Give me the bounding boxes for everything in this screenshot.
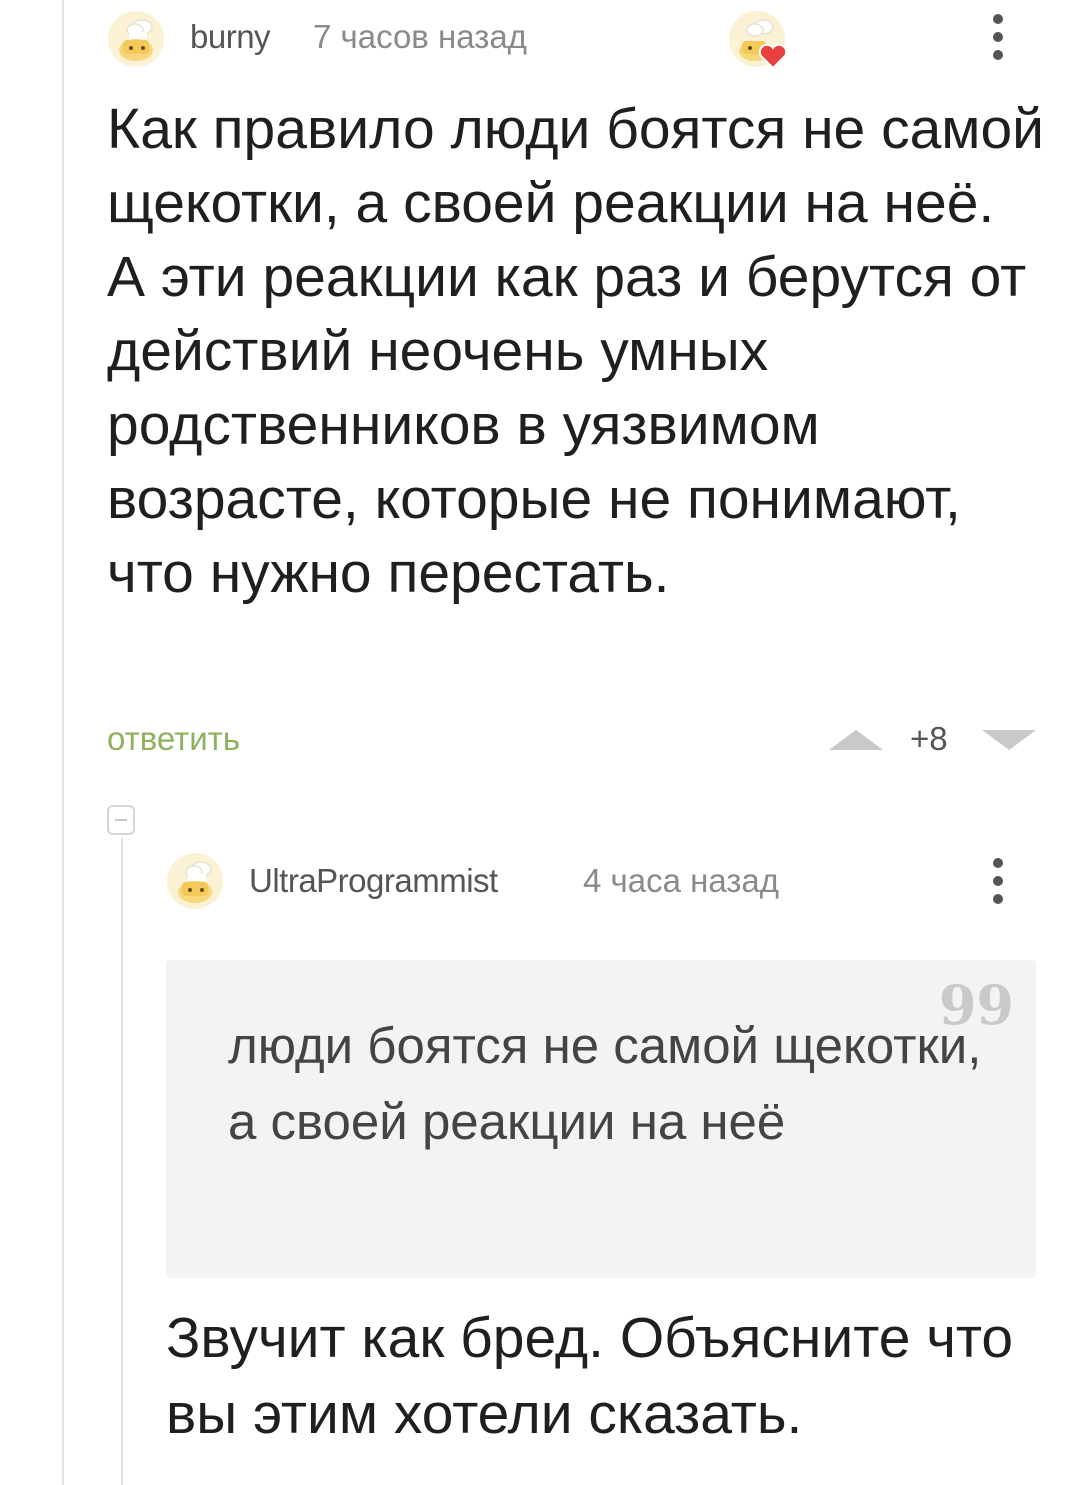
reply-time: 4 часа назад xyxy=(583,862,780,899)
more-options-icon[interactable] xyxy=(988,858,1008,910)
cook-avatar-icon[interactable] xyxy=(166,852,224,910)
comment-text: Как правило люди боятся не самой щекотки… xyxy=(107,97,1045,605)
upvote-icon[interactable] xyxy=(829,730,883,750)
cook-heart-badge-icon xyxy=(728,10,790,70)
downvote-icon[interactable] xyxy=(982,730,1036,750)
comment-author[interactable]: burny xyxy=(190,18,271,56)
reply-thread-line xyxy=(121,838,123,1485)
minus-icon xyxy=(115,819,127,821)
cook-avatar-icon[interactable] xyxy=(107,10,165,68)
reply-author[interactable]: UltraProgrammist xyxy=(249,862,498,900)
reply-button[interactable]: ответить xyxy=(107,720,240,758)
more-options-icon[interactable] xyxy=(988,14,1008,66)
comment-rating: +8 xyxy=(910,720,948,757)
comment-time: 7 часов назад xyxy=(313,18,527,55)
quote-text: люди боятся не самой щекотки, а своей ре… xyxy=(228,1017,982,1150)
collapse-thread-button[interactable] xyxy=(107,805,135,835)
thread-line xyxy=(62,0,64,1485)
reply-text: Звучит как бред. Объясните что вы этим х… xyxy=(166,1306,1014,1446)
quote-block: 99 люди боятся не самой щекотки, а своей… xyxy=(166,960,1036,1278)
